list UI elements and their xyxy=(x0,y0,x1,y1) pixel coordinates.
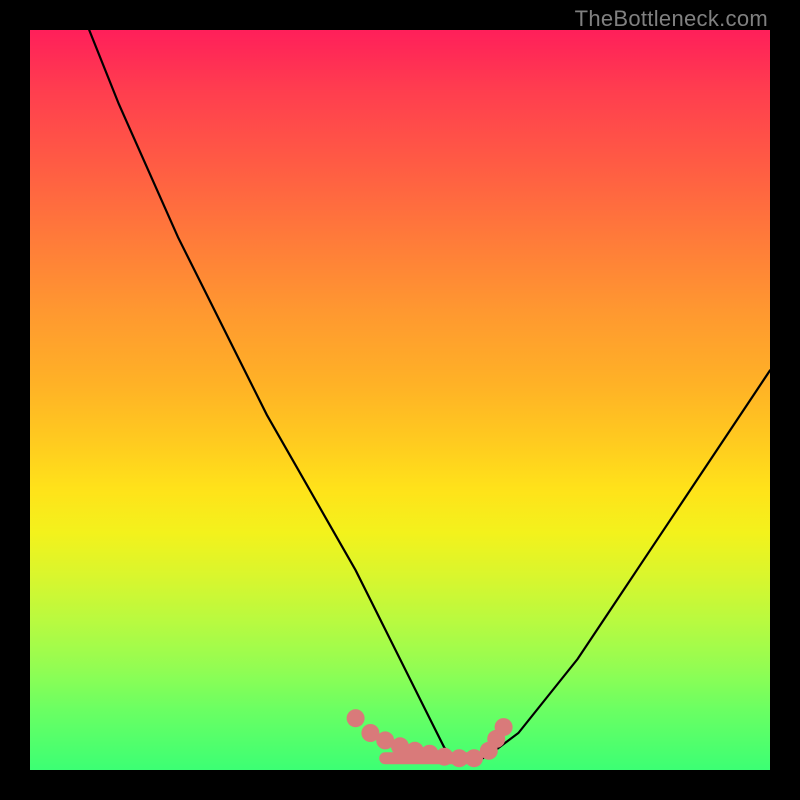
bottleneck-curve xyxy=(30,30,770,770)
plot-area xyxy=(30,30,770,770)
valley-marker xyxy=(347,709,365,727)
chart-frame: TheBottleneck.com xyxy=(0,0,800,800)
watermark-text: TheBottleneck.com xyxy=(575,6,768,32)
valley-marker xyxy=(495,718,513,736)
valley-marker xyxy=(421,745,439,763)
curve-path xyxy=(89,30,770,763)
